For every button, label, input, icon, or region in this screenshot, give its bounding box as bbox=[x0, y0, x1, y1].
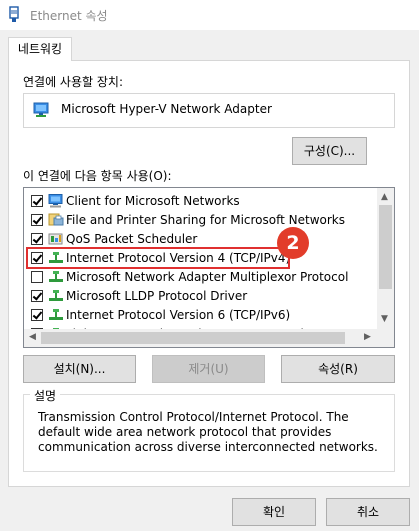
selection-highlight-box bbox=[26, 247, 290, 269]
scroll-down-icon[interactable]: ▼ bbox=[381, 315, 388, 324]
item-checkbox[interactable] bbox=[31, 195, 43, 207]
network-adapter-icon bbox=[9, 6, 19, 22]
protocol-icon bbox=[48, 270, 64, 284]
item-label: Microsoft LLDP Protocol Driver bbox=[66, 289, 248, 303]
description-legend: 설명 bbox=[30, 387, 61, 404]
connect-using-label: 연결에 사용할 장치: bbox=[23, 75, 123, 89]
properties-window: Ethernet 속성 네트워킹 연결에 사용할 장치: Microsoft H… bbox=[0, 0, 419, 531]
list-item[interactable]: File and Printer Sharing for Microsoft N… bbox=[24, 211, 378, 230]
item-label: File and Printer Sharing for Microsoft N… bbox=[66, 213, 345, 227]
protocol-icon bbox=[48, 308, 64, 322]
item-checkbox[interactable] bbox=[31, 290, 43, 302]
ok-button[interactable]: 확인 bbox=[232, 498, 316, 526]
items-label: 이 연결에 다음 항목 사용(O): bbox=[23, 169, 172, 183]
scroll-left-icon[interactable]: ◀ bbox=[29, 333, 36, 342]
step-badge: 2 bbox=[277, 227, 309, 259]
horizontal-scroll-thumb[interactable] bbox=[41, 332, 345, 344]
adapter-field: Microsoft Hyper-V Network Adapter bbox=[23, 93, 395, 128]
horizontal-scrollbar[interactable]: ◀ ▶ bbox=[24, 329, 378, 347]
cancel-button[interactable]: 취소 bbox=[326, 498, 410, 526]
configure-button[interactable]: 구성(C)... bbox=[292, 137, 367, 165]
protocol-icon bbox=[48, 289, 64, 303]
install-button[interactable]: 설치(N)... bbox=[23, 355, 136, 383]
item-checkbox[interactable] bbox=[31, 309, 43, 321]
list-item[interactable]: Client for Microsoft Networks bbox=[24, 192, 378, 211]
item-label: Client for Microsoft Networks bbox=[66, 194, 240, 208]
item-checkbox[interactable] bbox=[31, 271, 43, 283]
scroll-right-icon[interactable]: ▶ bbox=[364, 333, 371, 342]
window-title: Ethernet 속성 bbox=[30, 9, 108, 23]
vertical-scrollbar[interactable]: ▲ ▼ bbox=[377, 188, 394, 329]
network-monitor-icon bbox=[33, 102, 49, 117]
uninstall-button[interactable]: 제거(U) bbox=[152, 355, 265, 383]
item-label: QoS Packet Scheduler bbox=[66, 232, 198, 246]
properties-button[interactable]: 속성(R) bbox=[281, 355, 395, 383]
adapter-name: Microsoft Hyper-V Network Adapter bbox=[61, 102, 272, 116]
list-item[interactable]: Microsoft LLDP Protocol Driver bbox=[24, 287, 378, 306]
tab-networking[interactable]: 네트워킹 bbox=[8, 37, 72, 61]
qos-scheduler-icon bbox=[48, 232, 64, 246]
item-label: Internet Protocol Version 6 (TCP/IPv6) bbox=[66, 308, 291, 322]
title-bar[interactable]: Ethernet 속성 bbox=[0, 0, 419, 30]
scrollbar-corner bbox=[377, 329, 394, 347]
description-text: Transmission Control Protocol/Internet P… bbox=[38, 410, 378, 454]
network-client-icon bbox=[48, 194, 64, 208]
scroll-up-icon[interactable]: ▲ bbox=[381, 193, 388, 202]
item-label: Microsoft Network Adapter Multiplexor Pr… bbox=[66, 270, 349, 284]
item-checkbox[interactable] bbox=[31, 214, 43, 226]
list-item[interactable]: Internet Protocol Version 6 (TCP/IPv6) bbox=[24, 306, 378, 325]
list-item[interactable]: Microsoft Network Adapter Multiplexor Pr… bbox=[24, 268, 378, 287]
vertical-scroll-thumb[interactable] bbox=[379, 205, 392, 289]
item-checkbox[interactable] bbox=[31, 233, 43, 245]
file-printer-sharing-icon bbox=[48, 213, 64, 227]
